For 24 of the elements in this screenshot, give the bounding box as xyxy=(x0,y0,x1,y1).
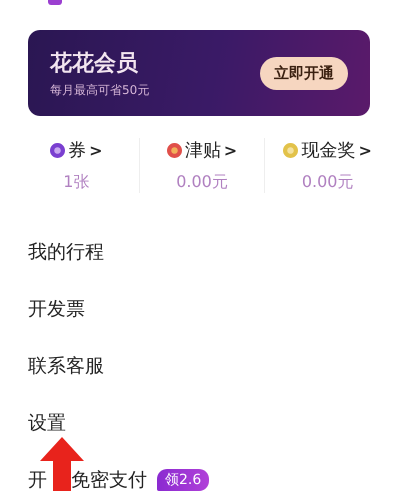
menu-item[interactable]: 开发票 xyxy=(28,296,85,322)
coin-icon xyxy=(283,142,298,158)
menu-item-text[interactable]: 开 xyxy=(28,466,47,491)
reward-badge: 领2.6 xyxy=(157,468,210,490)
coin-icon xyxy=(50,142,66,158)
chevron-icon[interactable]: > xyxy=(358,140,372,160)
chevron-icon[interactable]: > xyxy=(89,140,103,160)
stat-value: 1张 xyxy=(63,172,90,193)
menu-item[interactable]: 设置 xyxy=(28,410,66,436)
stat-value: 0.00元 xyxy=(176,172,228,193)
menu-item[interactable]: 联系客服 xyxy=(28,352,104,378)
stat-label[interactable]: 现金奖 xyxy=(301,138,356,162)
stat-value: 0.00元 xyxy=(302,172,354,193)
menu-item[interactable]: 我的行程 xyxy=(28,238,104,264)
banner-subtitle: 每月最高可省50元 xyxy=(50,82,150,98)
stat-label[interactable]: 券 xyxy=(68,138,86,162)
activate-button[interactable]: 立即开通 xyxy=(260,56,348,90)
stat-label[interactable]: 津贴 xyxy=(184,138,221,162)
coin-icon xyxy=(166,142,182,158)
menu-item-text[interactable]: 免密支付 xyxy=(71,466,147,491)
banner-title: 花花会员 xyxy=(50,50,139,78)
chevron-icon[interactable]: > xyxy=(224,140,238,160)
membership-banner[interactable]: 花花会员 每月最高可省50元 立即开通 xyxy=(28,30,370,116)
avatar-icon xyxy=(48,0,62,5)
